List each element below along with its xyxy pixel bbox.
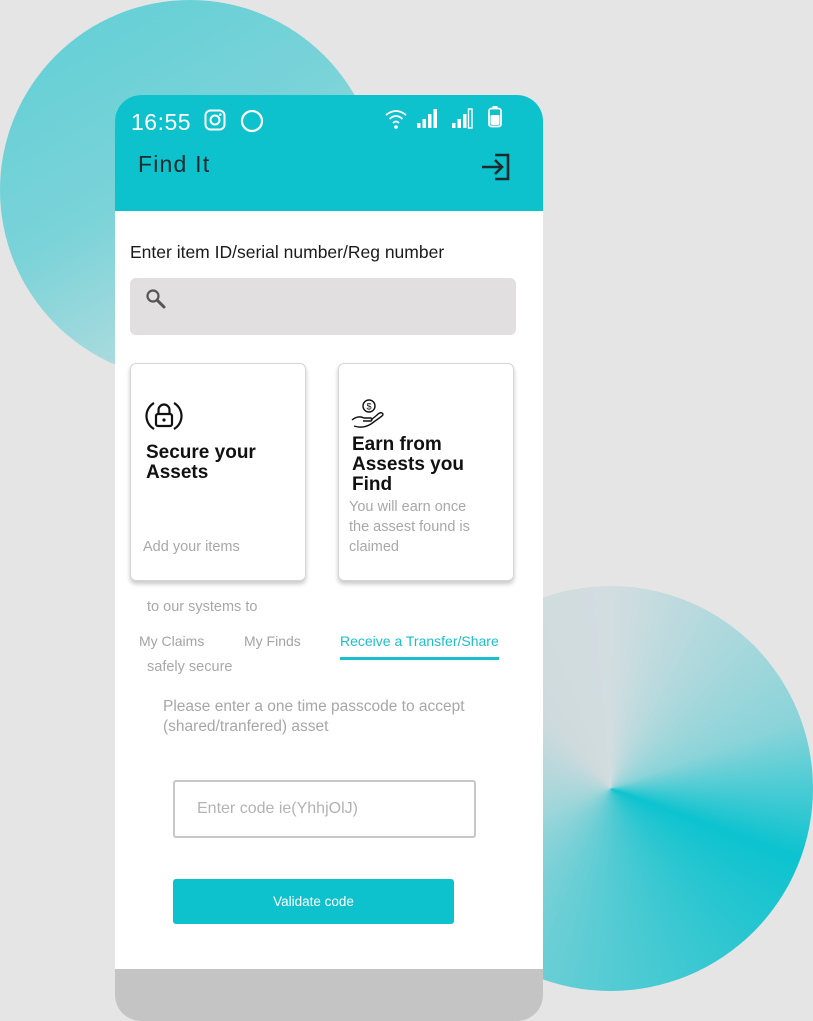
tab-my-finds[interactable]: My Finds xyxy=(244,633,301,649)
app-header: 16:55 Find It xyxy=(115,95,543,211)
card-description: You will earn once the assest found is c… xyxy=(349,499,470,555)
search-label: Enter item ID/serial number/Reg number xyxy=(130,242,445,262)
secure-assets-card[interactable]: Secure your Assets Add your items to our… xyxy=(130,363,306,675)
card-description: Add your items to our systems to safely … xyxy=(143,539,258,675)
instagram-icon xyxy=(204,109,226,131)
lock-icon xyxy=(145,402,183,430)
transfer-instruction: Please enter a one time passcode to acce… xyxy=(163,698,465,735)
status-time: 16:55 xyxy=(131,109,192,135)
validate-code-button[interactable]: Validate code xyxy=(173,879,454,924)
signal-icon xyxy=(452,108,473,129)
card-title: Earn from Assests you Find xyxy=(352,434,464,495)
search-input[interactable] xyxy=(130,278,516,335)
bottom-nav-bar xyxy=(115,969,543,1021)
svg-text:$: $ xyxy=(366,402,371,412)
earn-from-assets-card[interactable]: $ Earn from Assests you Find You will ea… xyxy=(338,363,514,581)
code-input[interactable] xyxy=(173,780,476,838)
signal-icon xyxy=(417,109,437,128)
wifi-icon xyxy=(385,110,407,129)
circle-icon xyxy=(240,109,264,133)
login-icon[interactable] xyxy=(480,152,512,182)
search-icon xyxy=(146,289,166,309)
phone-frame: 16:55 Find It Enter item ID/serial numbe… xyxy=(115,95,543,1021)
money-hand-icon: $ xyxy=(351,399,384,428)
app-title: Find It xyxy=(138,151,211,177)
card-title: Secure your Assets xyxy=(146,442,256,483)
tab-receive-transfer[interactable]: Receive a Transfer/Share xyxy=(340,633,499,649)
tab-my-claims[interactable]: My Claims xyxy=(139,633,204,649)
active-tab-indicator xyxy=(340,657,499,660)
battery-icon xyxy=(488,106,502,128)
